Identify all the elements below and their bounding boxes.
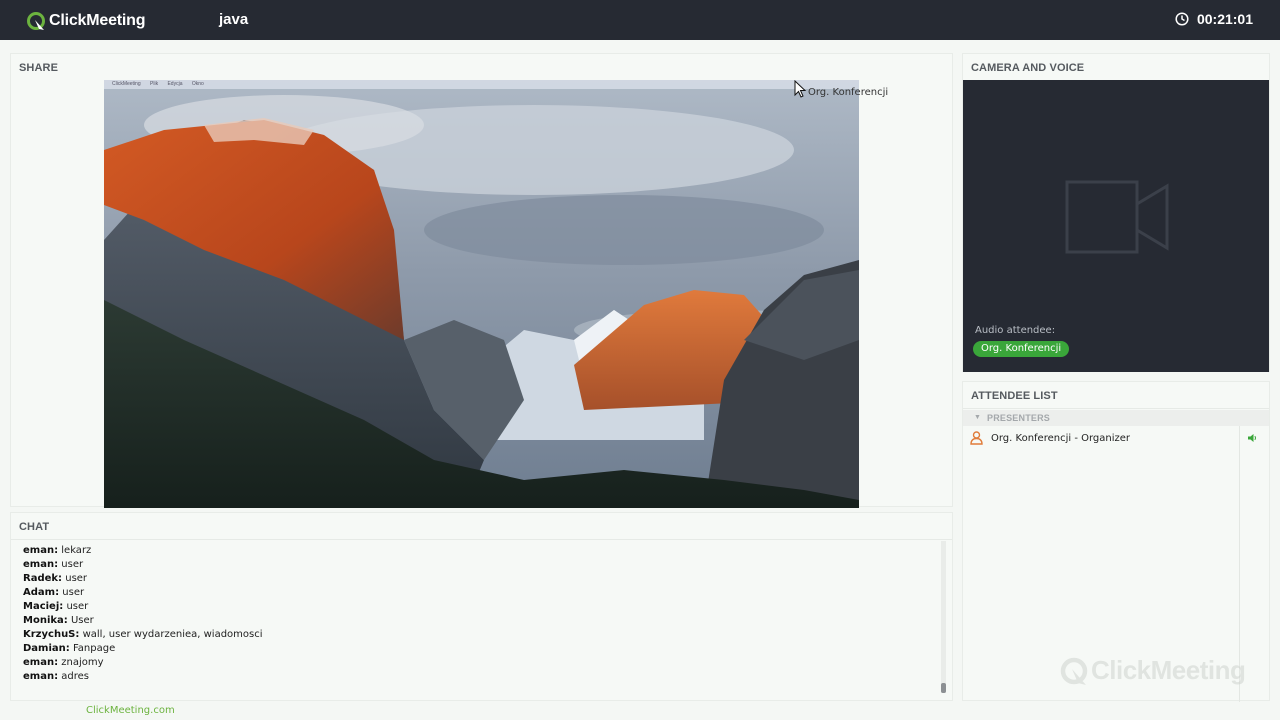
chat-message: eman: adres [23, 670, 923, 684]
chat-divider [11, 539, 952, 540]
session-timer: 00:21:01 [1175, 11, 1253, 27]
clickmeeting-logo: ClickMeeting [26, 11, 145, 31]
screen-menu-item: ClickMeeting [112, 81, 141, 87]
chat-text: user [62, 587, 85, 598]
chat-author: Maciej: [23, 601, 64, 612]
chat-text: Fanpage [72, 643, 116, 654]
speaker-icon[interactable] [1247, 433, 1257, 443]
chat-panel: CHAT eman: lekarz eman: user Radek: user… [10, 512, 953, 701]
chat-message: eman: lekarz [23, 544, 923, 558]
attendee-name: Org. Konferencji - Organizer [991, 433, 1131, 444]
screen-menu-bar: ClickMeeting Plik Edycja Okno [104, 80, 859, 89]
clickmeeting-watermark: ClickMeeting [1059, 655, 1246, 686]
chat-author: eman: [23, 671, 59, 682]
watermark-text: ClickMeeting [1091, 655, 1246, 685]
timer-value: 00:21:01 [1196, 11, 1253, 27]
top-bar: ClickMeeting java 00:21:01 [0, 0, 1280, 40]
chat-author: eman: [23, 657, 59, 668]
chat-message: Radek: user [23, 572, 923, 586]
chat-author: Damian: [23, 643, 70, 654]
chat-message: Adam: user [23, 586, 923, 600]
chat-text: user [61, 559, 84, 570]
screen-menu-item: Edycja [167, 81, 183, 87]
chat-scrollbar-thumb[interactable] [941, 683, 946, 693]
attendee-list-panel: ATTENDEE LIST ▼ PRESENTERS Org. Konferen… [962, 381, 1270, 702]
chat-text: wall, user wydarzeniea, wiadomosci [82, 629, 263, 640]
share-panel: SHARE ClickMeeting Plik Edycja Okno Org.… [10, 53, 953, 508]
camera-title: CAMERA AND VOICE [971, 62, 1085, 74]
chat-text: User [70, 615, 94, 626]
chat-message: eman: znajomy [23, 656, 923, 670]
chat-log: eman: lekarz eman: user Radek: user Adam… [23, 544, 923, 684]
chat-text: adres [61, 671, 89, 682]
screen-menu-item: Okno [191, 81, 204, 87]
room-name: java [219, 11, 249, 28]
chat-message: Damian: Fanpage [23, 642, 923, 656]
chat-text: znajomy [61, 657, 104, 668]
presenters-label: PRESENTERS [987, 413, 1051, 423]
attendee-row[interactable]: Org. Konferencji - Organizer [963, 430, 1239, 448]
cursor-owner-label: Org. Konferencji [808, 87, 889, 98]
clock-icon [1175, 12, 1189, 26]
presenters-group-header[interactable]: ▼ PRESENTERS [963, 410, 1269, 426]
caret-down-icon: ▼ [974, 414, 981, 421]
chat-message: Maciej: user [23, 600, 923, 614]
audio-attendee-badge[interactable]: Org. Konferencji [973, 341, 1070, 357]
chat-author: KrzychuS: [23, 629, 80, 640]
audio-attendee-label: Audio attendee: [975, 325, 1056, 336]
desktop-wallpaper-image [104, 80, 859, 508]
screen-menu-item: Plik [150, 81, 159, 87]
chat-title: CHAT [19, 521, 50, 533]
camera-voice-panel: CAMERA AND VOICE Audio attendee: Org. Ko… [962, 53, 1270, 372]
clickmeeting-watermark-icon [1060, 657, 1088, 685]
chat-text: user [66, 601, 89, 612]
attendee-title: ATTENDEE LIST [971, 390, 1058, 402]
video-camera-icon [1065, 180, 1169, 254]
chat-message: Monika: User [23, 614, 923, 628]
mouse-pointer-icon [794, 80, 807, 98]
chat-author: Monika: [23, 615, 68, 626]
chat-author: eman: [23, 545, 59, 556]
chat-author: eman: [23, 559, 59, 570]
chat-author: Adam: [23, 587, 60, 598]
clickmeeting-link[interactable]: ClickMeeting.com [86, 705, 175, 716]
clickmeeting-logo-icon [27, 12, 45, 30]
attendee-divider [963, 408, 1269, 409]
share-title: SHARE [19, 62, 59, 74]
chat-message: eman: user [23, 558, 923, 572]
chat-scrollbar[interactable] [941, 541, 946, 693]
chat-author: Radek: [23, 573, 63, 584]
user-icon [970, 431, 983, 445]
chat-text: lekarz [61, 545, 92, 556]
shared-screen: ClickMeeting Plik Edycja Okno [104, 80, 859, 508]
chat-text: user [65, 573, 88, 584]
camera-area: Audio attendee: Org. Konferencji [963, 80, 1269, 372]
chat-message: KrzychuS: wall, user wydarzeniea, wiadom… [23, 628, 923, 642]
logo-text: ClickMeeting [49, 12, 146, 29]
